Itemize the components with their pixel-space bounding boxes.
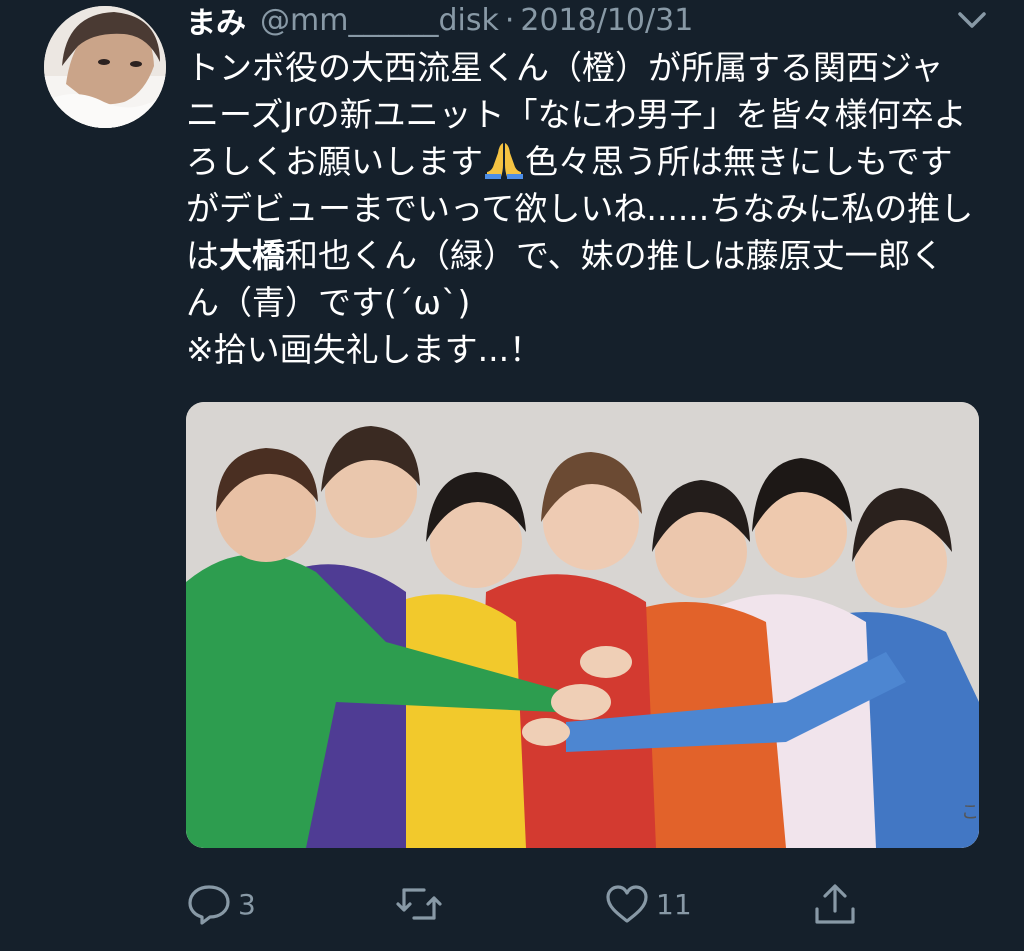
action-bar: 3 11 bbox=[186, 876, 866, 932]
reply-icon bbox=[188, 885, 230, 925]
tweet-header: まみ @mm______disk · 2018/10/31 bbox=[186, 0, 693, 42]
tweet-text: トンボ役の大西流星くん（橙）が所属する関西ジャ ニーズJrの新ユニット「なにわ男… bbox=[186, 44, 986, 373]
reply-button[interactable]: 3 bbox=[186, 876, 256, 932]
tweet-text-line: ん（青）です(´ω`) bbox=[186, 283, 471, 322]
like-count: 11 bbox=[656, 887, 692, 921]
tweet-date[interactable]: 2018/10/31 bbox=[520, 3, 693, 38]
display-name[interactable]: まみ bbox=[186, 0, 246, 42]
share-button[interactable] bbox=[812, 876, 858, 932]
tweet-text-segment: 和也くん（緑）で、妹の推しは藤原丈一郎く bbox=[285, 236, 944, 275]
tweet-text-line: ※拾い画失礼します...！ bbox=[186, 330, 543, 369]
retweet-button[interactable] bbox=[394, 876, 450, 932]
tweet-photo[interactable]: こ bbox=[186, 402, 979, 848]
tweet: まみ @mm______disk · 2018/10/31 トンボ役の大西流星く… bbox=[0, 0, 1024, 951]
header-separator: · bbox=[504, 2, 515, 38]
tweet-text-bold: 大橋 bbox=[219, 236, 285, 275]
tweet-text-line: ろしくお願いします 色々思う所は無きにしもです bbox=[186, 138, 986, 185]
like-button[interactable]: 11 bbox=[604, 876, 692, 932]
tweet-text-segment: ろしくお願いします bbox=[186, 142, 483, 181]
tweet-text-line: ニーズJrの新ユニット「なにわ男子」を皆々様何卒よ bbox=[186, 95, 967, 134]
share-icon bbox=[815, 884, 855, 924]
tweet-text-line: は大橋和也くん（緑）で、妹の推しは藤原丈一郎く bbox=[186, 232, 986, 279]
heart-icon bbox=[606, 885, 648, 923]
tweet-text-line: トンボ役の大西流星くん（橙）が所属する関西ジャ bbox=[186, 48, 944, 87]
tweet-text-segment: 色々思う所は無きにしもです bbox=[525, 142, 953, 181]
group-photo: こ bbox=[186, 402, 979, 848]
photo-corner-text: こ bbox=[961, 802, 979, 823]
reply-count: 3 bbox=[238, 887, 256, 921]
retweet-icon bbox=[396, 888, 442, 920]
avatar[interactable] bbox=[44, 6, 166, 128]
folded-hands-icon bbox=[483, 141, 525, 179]
tweet-text-segment: は bbox=[186, 236, 219, 275]
tweet-text-line: がデビューまでいって欲しいね......ちなみに私の推し bbox=[186, 189, 974, 228]
avatar-image bbox=[44, 6, 166, 128]
user-handle[interactable]: @mm______disk bbox=[260, 3, 499, 38]
chevron-down-icon[interactable] bbox=[952, 6, 992, 36]
